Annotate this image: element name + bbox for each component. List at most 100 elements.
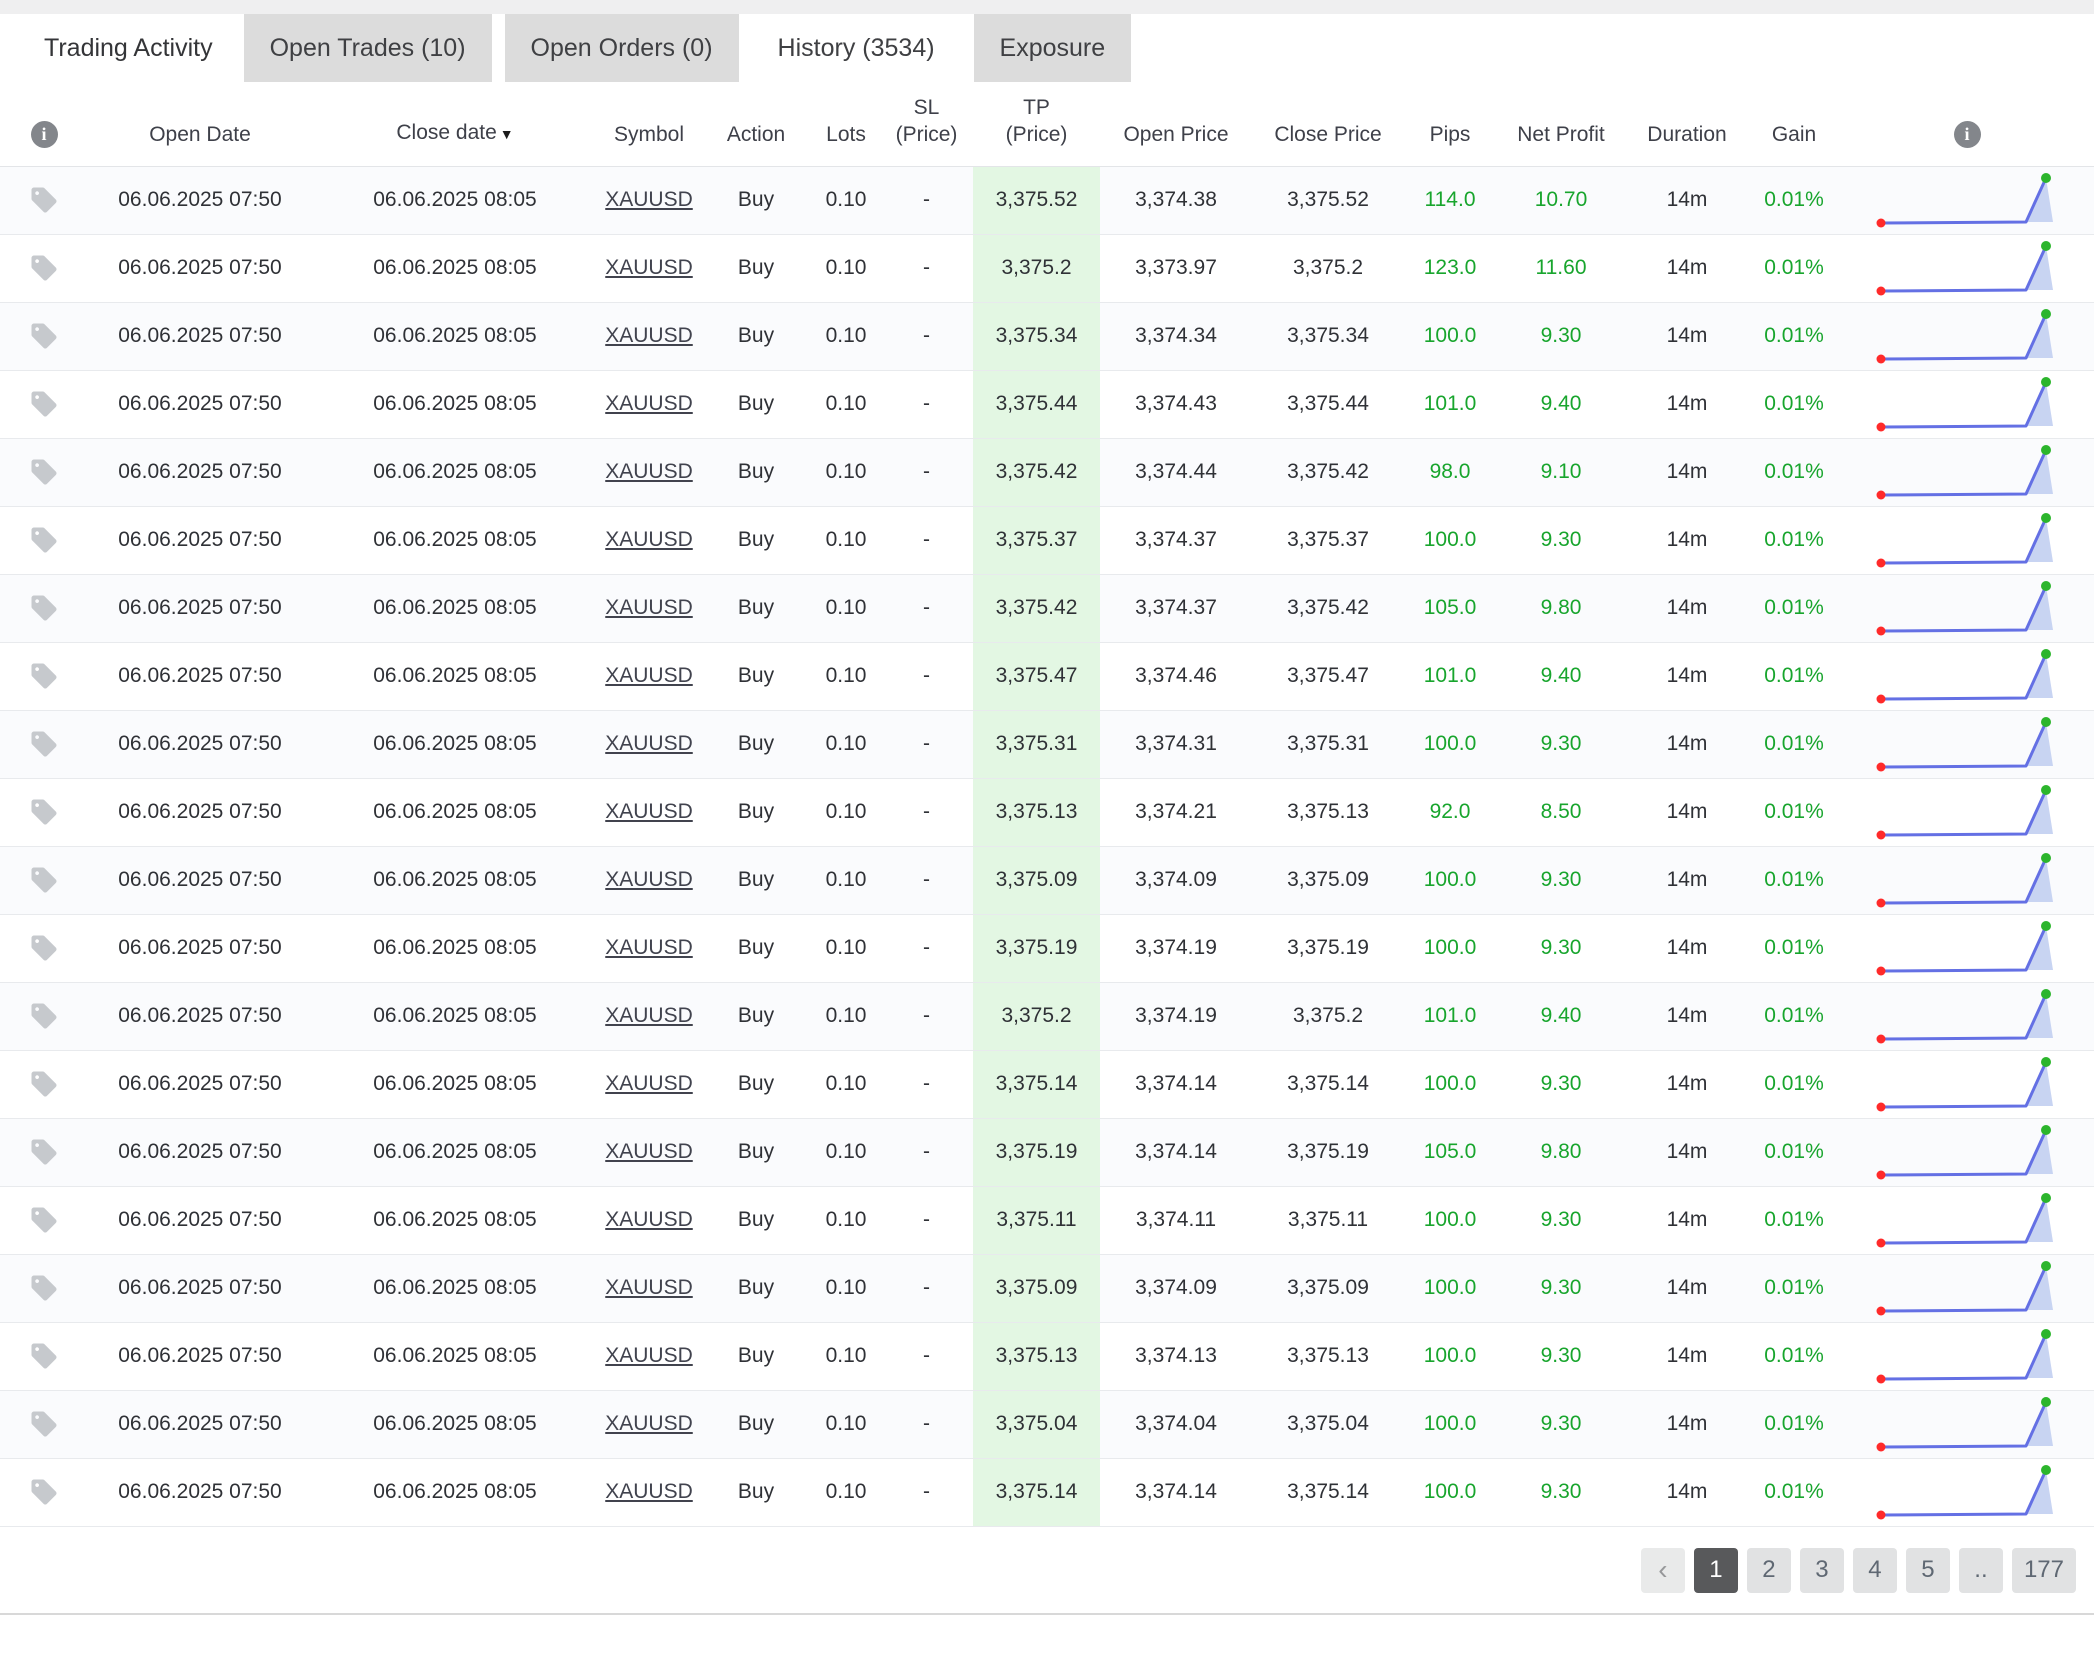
info-icon[interactable]: i	[31, 121, 58, 148]
symbol-link[interactable]: XAUUSD	[605, 324, 693, 347]
symbol-link[interactable]: XAUUSD	[605, 936, 693, 959]
pagination-page-button[interactable]: 177	[2012, 1548, 2076, 1593]
tag-icon[interactable]	[29, 732, 59, 755]
trade-sparkline[interactable]	[1874, 850, 2056, 912]
tag-icon[interactable]	[29, 1276, 59, 1299]
tag-icon[interactable]	[29, 324, 59, 347]
symbol-link[interactable]: XAUUSD	[605, 1140, 693, 1163]
pagination-page-button[interactable]: 4	[1853, 1548, 1897, 1593]
cell-gain: 0.01%	[1748, 438, 1840, 506]
pagination-page-button[interactable]: ..	[1959, 1548, 2003, 1593]
symbol-link[interactable]: XAUUSD	[605, 1344, 693, 1367]
tag-icon[interactable]	[29, 1412, 59, 1435]
header-sl-price[interactable]: SL (Price)	[880, 82, 973, 166]
tag-icon[interactable]	[29, 868, 59, 891]
trade-sparkline[interactable]	[1874, 170, 2056, 232]
tab-open-trades[interactable]: Open Trades (10)	[244, 14, 492, 82]
header-close-price[interactable]: Close Price	[1252, 82, 1404, 166]
symbol-link[interactable]: XAUUSD	[605, 528, 693, 551]
header-net-profit[interactable]: Net Profit	[1496, 82, 1626, 166]
symbol-link[interactable]: XAUUSD	[605, 1276, 693, 1299]
tab-history[interactable]: History (3534)	[752, 14, 961, 82]
trade-sparkline[interactable]	[1874, 646, 2056, 708]
tag-icon[interactable]	[29, 800, 59, 823]
tab-exposure[interactable]: Exposure	[974, 14, 1132, 82]
symbol-link[interactable]: XAUUSD	[605, 732, 693, 755]
tag-icon[interactable]	[29, 1208, 59, 1231]
symbol-link[interactable]: XAUUSD	[605, 392, 693, 415]
info-icon[interactable]: i	[1954, 121, 1981, 148]
trade-sparkline[interactable]	[1874, 1190, 2056, 1252]
cell-sl-price: -	[880, 506, 973, 574]
pagination-page-button[interactable]: 3	[1800, 1548, 1844, 1593]
symbol-link[interactable]: XAUUSD	[605, 596, 693, 619]
symbol-link[interactable]: XAUUSD	[605, 664, 693, 687]
cell-net-profit: 9.30	[1496, 1186, 1626, 1254]
trade-sparkline[interactable]	[1874, 238, 2056, 300]
header-action[interactable]: Action	[700, 82, 812, 166]
pagination-prev-button[interactable]: ‹	[1641, 1548, 1685, 1593]
cell-action: Buy	[700, 710, 812, 778]
cell-close-date: 06.06.2025 08:05	[312, 1322, 598, 1390]
symbol-link[interactable]: XAUUSD	[605, 256, 693, 279]
header-open-price[interactable]: Open Price	[1100, 82, 1252, 166]
tag-icon[interactable]	[29, 460, 59, 483]
tag-icon[interactable]	[29, 1480, 59, 1503]
symbol-link[interactable]: XAUUSD	[605, 1004, 693, 1027]
symbol-link[interactable]: XAUUSD	[605, 1208, 693, 1231]
tag-icon[interactable]	[29, 188, 59, 211]
tag-icon[interactable]	[29, 1072, 59, 1095]
trade-sparkline[interactable]	[1874, 714, 2056, 776]
header-symbol[interactable]: Symbol	[598, 82, 700, 166]
symbol-link[interactable]: XAUUSD	[605, 868, 693, 891]
trade-sparkline[interactable]	[1874, 1326, 2056, 1388]
trade-sparkline[interactable]	[1874, 1122, 2056, 1184]
header-lots[interactable]: Lots	[812, 82, 880, 166]
trade-sparkline[interactable]	[1874, 1462, 2056, 1524]
header-close-date[interactable]: Close date▼	[312, 82, 598, 166]
tag-icon[interactable]	[29, 256, 59, 279]
trade-sparkline[interactable]	[1874, 918, 2056, 980]
pagination-page-button[interactable]: 5	[1906, 1548, 1950, 1593]
symbol-link[interactable]: XAUUSD	[605, 460, 693, 483]
trade-sparkline[interactable]	[1874, 442, 2056, 504]
symbol-link[interactable]: XAUUSD	[605, 1072, 693, 1095]
tag-icon[interactable]	[29, 1004, 59, 1027]
pagination-page-button[interactable]: 2	[1747, 1548, 1791, 1593]
trade-sparkline[interactable]	[1874, 306, 2056, 368]
trade-sparkline[interactable]	[1874, 782, 2056, 844]
symbol-link[interactable]: XAUUSD	[605, 800, 693, 823]
header-tp-price[interactable]: TP (Price)	[973, 82, 1100, 166]
tag-icon[interactable]	[29, 1344, 59, 1367]
symbol-link[interactable]: XAUUSD	[605, 188, 693, 211]
tag-icon[interactable]	[29, 936, 59, 959]
tab-open-orders[interactable]: Open Orders (0)	[505, 14, 739, 82]
pagination-page-button[interactable]: 1	[1694, 1548, 1738, 1593]
header-pips[interactable]: Pips	[1404, 82, 1496, 166]
trade-sparkline[interactable]	[1874, 1054, 2056, 1116]
tag-icon[interactable]	[29, 596, 59, 619]
header-duration[interactable]: Duration	[1626, 82, 1748, 166]
tag-icon[interactable]	[29, 392, 59, 415]
header-open-date[interactable]: Open Date	[88, 82, 312, 166]
trade-sparkline[interactable]	[1874, 1258, 2056, 1320]
tag-icon[interactable]	[29, 1140, 59, 1163]
symbol-link[interactable]: XAUUSD	[605, 1480, 693, 1503]
tag-icon[interactable]	[29, 664, 59, 687]
cell-gain: 0.01%	[1748, 166, 1840, 234]
header-gain[interactable]: Gain	[1748, 82, 1840, 166]
tag-icon[interactable]	[29, 528, 59, 551]
tab-trading-activity[interactable]: Trading Activity	[44, 14, 213, 82]
cell-sl-price: -	[880, 166, 973, 234]
cell-chart	[1840, 166, 2094, 234]
tag-icon-cell	[0, 1458, 88, 1526]
trade-sparkline[interactable]	[1874, 1394, 2056, 1456]
trade-sparkline[interactable]	[1874, 578, 2056, 640]
trade-sparkline[interactable]	[1874, 510, 2056, 572]
cell-close-price: 3,375.42	[1252, 438, 1404, 506]
table-row: 06.06.2025 07:5006.06.2025 08:05XAUUSDBu…	[0, 1050, 2094, 1118]
trade-sparkline[interactable]	[1874, 986, 2056, 1048]
cell-net-profit: 9.30	[1496, 1050, 1626, 1118]
trade-sparkline[interactable]	[1874, 374, 2056, 436]
symbol-link[interactable]: XAUUSD	[605, 1412, 693, 1435]
